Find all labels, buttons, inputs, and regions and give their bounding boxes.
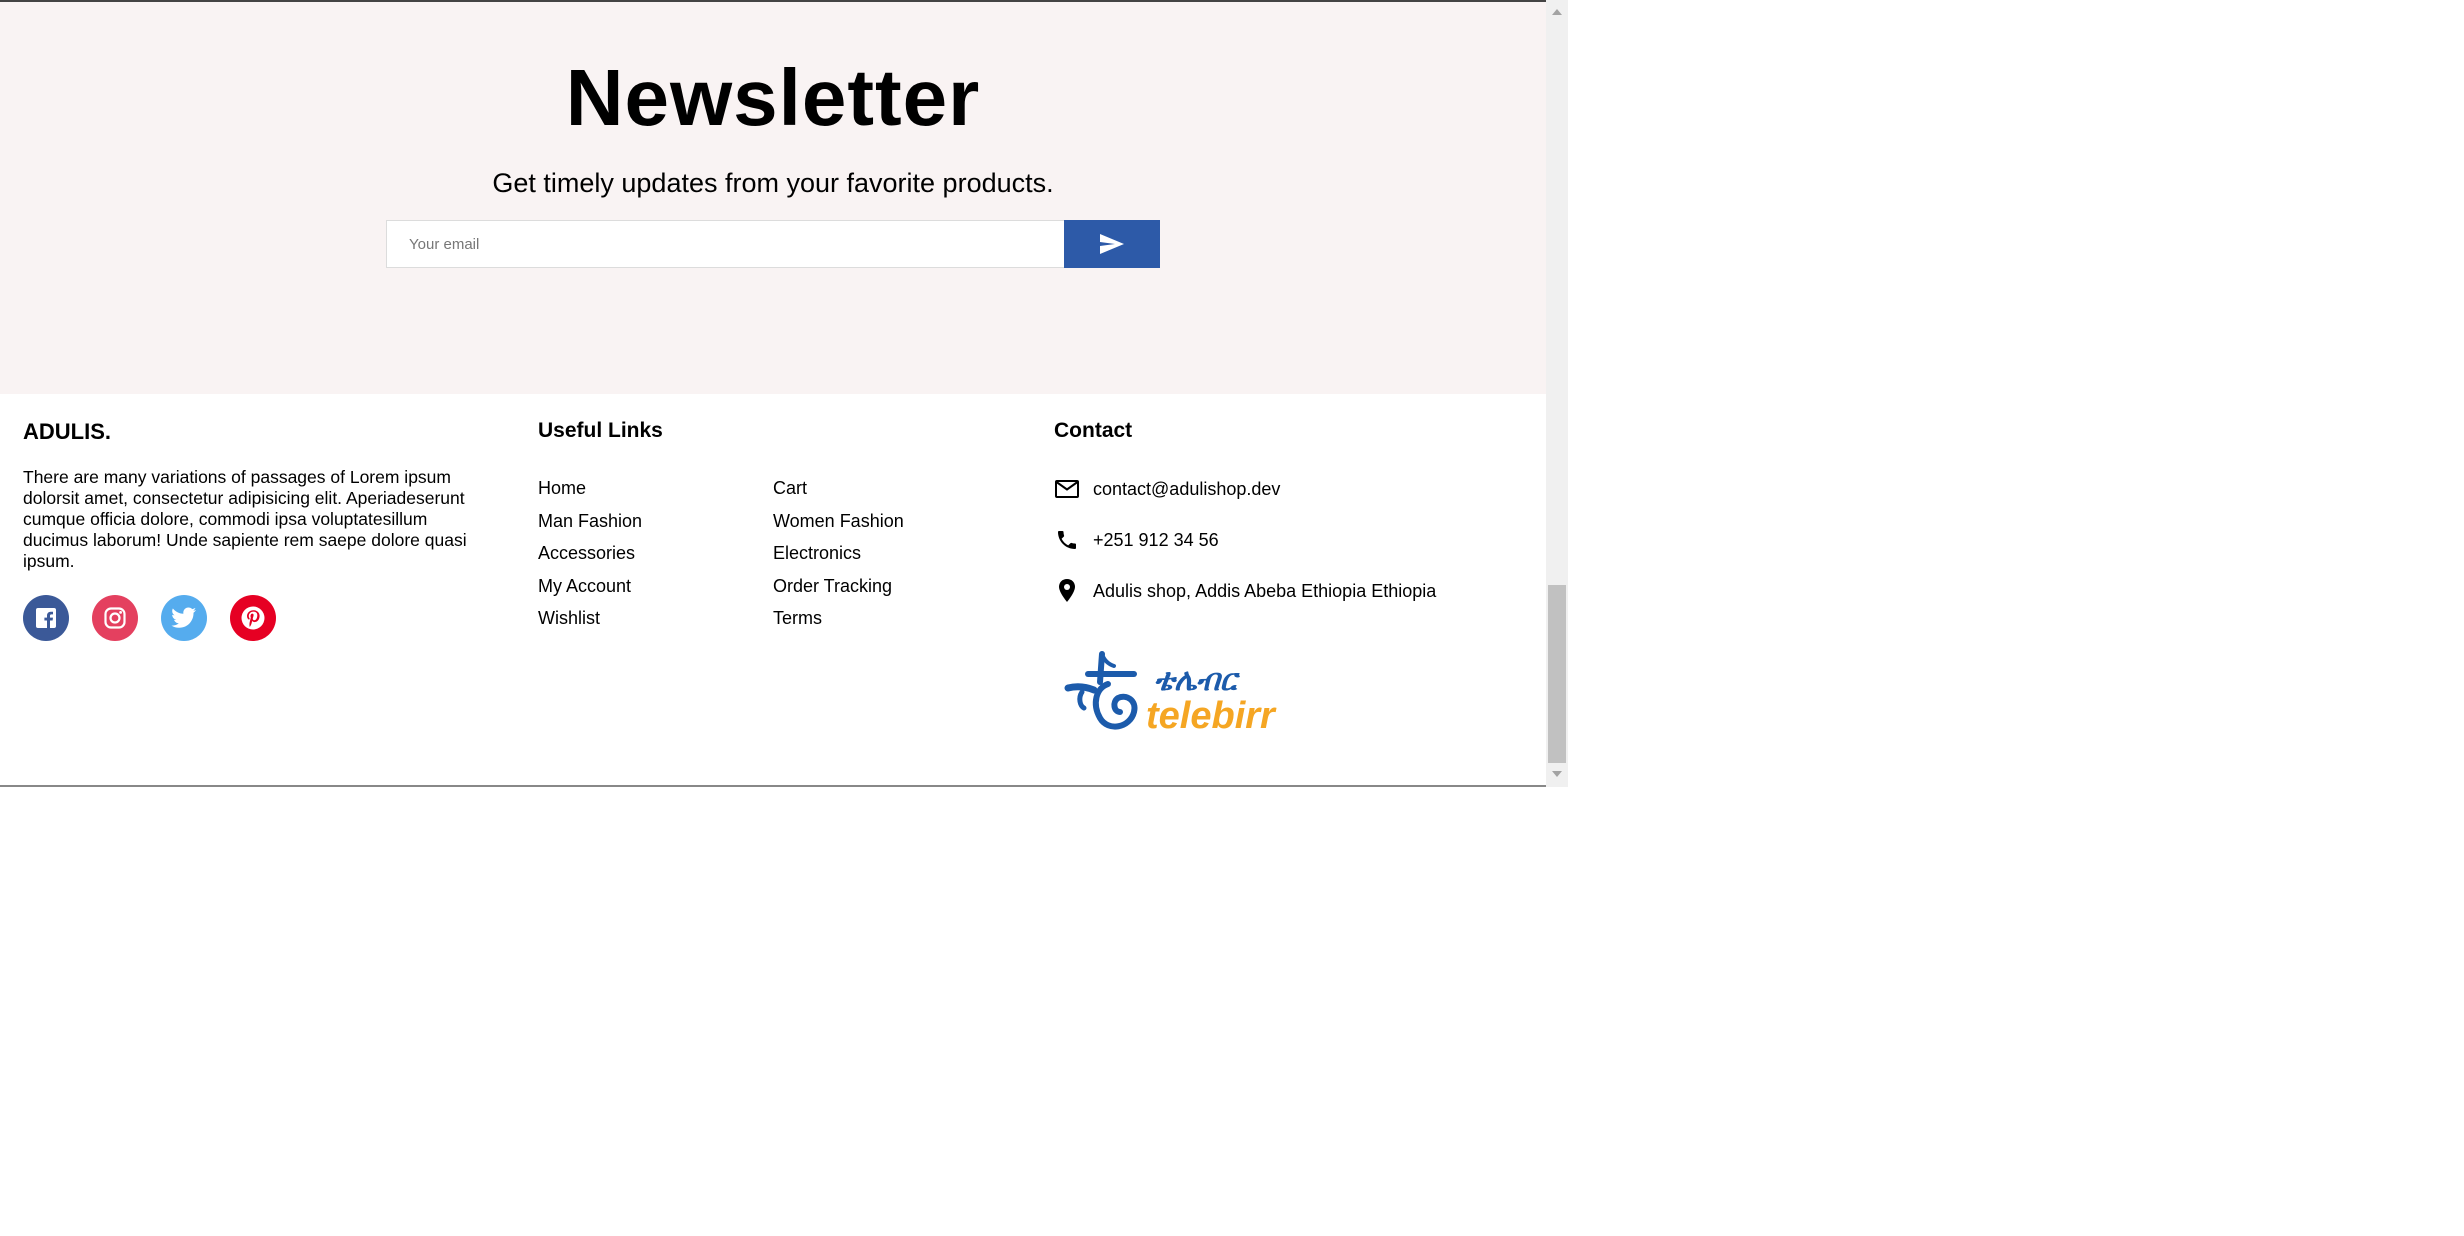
footer-brand-logo: ADULIS.	[23, 419, 111, 444]
send-icon	[1099, 233, 1125, 255]
scrollbar-thumb[interactable]	[1548, 585, 1566, 763]
twitter-icon	[171, 607, 197, 629]
facebook-icon	[35, 607, 57, 629]
pinterest-icon	[240, 605, 266, 631]
pinterest-link[interactable]	[230, 595, 276, 641]
footer-link-cart[interactable]: Cart	[773, 478, 807, 498]
newsletter-title: Newsletter	[565, 53, 981, 142]
footer-link-home[interactable]: Home	[538, 478, 586, 498]
footer-link-wishlist[interactable]: Wishlist	[538, 608, 600, 628]
email-input[interactable]	[386, 220, 1064, 268]
newsletter-subtitle: Get timely updates from your favorite pr…	[492, 168, 1054, 198]
vertical-scrollbar[interactable]	[1546, 0, 1568, 787]
newsletter-section: Newsletter Get timely updates from your …	[0, 2, 1546, 394]
scroll-down-arrow-icon[interactable]	[1546, 764, 1568, 784]
telebirr-text: telebirr	[1146, 695, 1277, 737]
footer-link-man-fashion[interactable]: Man Fashion	[538, 511, 642, 531]
scroll-up-arrow-icon[interactable]	[1546, 2, 1568, 22]
footer-link-electronics[interactable]: Electronics	[773, 543, 861, 563]
page: Newsletter Get timely updates from your …	[0, 2, 1546, 787]
contact-phone: +251 912 34 56	[1093, 530, 1219, 550]
footer-link-terms[interactable]: Terms	[773, 608, 822, 628]
footer-link-accessories[interactable]: Accessories	[538, 543, 635, 563]
contact-email-row: contact@adulishop.dev	[1054, 476, 1280, 502]
footer-description: There are many variations of passages of…	[23, 467, 467, 571]
window-bottom-border	[0, 785, 1546, 787]
telebirr-logo: ቴሌብር telebirr	[1062, 642, 1282, 747]
footer-link-order-tracking[interactable]: Order Tracking	[773, 576, 892, 596]
newsletter-submit-button[interactable]	[1064, 220, 1160, 268]
twitter-link[interactable]	[161, 595, 207, 641]
telebirr-amharic-text: ቴሌብር	[1154, 663, 1241, 698]
mail-icon	[1054, 476, 1080, 502]
contact-title: Contact	[1054, 419, 1133, 442]
useful-links-list-left: Home Man Fashion Accessories My Account …	[538, 477, 642, 640]
footer-link-my-account[interactable]: My Account	[538, 576, 631, 596]
contact-phone-row: +251 912 34 56	[1054, 527, 1219, 553]
location-pin-icon	[1054, 578, 1080, 604]
social-links	[23, 595, 299, 641]
footer: ADULIS. There are many variations of pas…	[0, 394, 1546, 787]
instagram-icon	[103, 606, 127, 630]
contact-email-link[interactable]: contact@adulishop.dev	[1093, 478, 1280, 500]
footer-link-women-fashion[interactable]: Women Fashion	[773, 511, 904, 531]
useful-links-list-right: Cart Women Fashion Electronics Order Tra…	[773, 477, 904, 640]
contact-address-row: Adulis shop, Addis Abeba Ethiopia Ethiop…	[1054, 578, 1436, 604]
facebook-link[interactable]	[23, 595, 69, 641]
phone-icon	[1054, 527, 1080, 553]
newsletter-form	[386, 220, 1160, 268]
contact-address: Adulis shop, Addis Abeba Ethiopia Ethiop…	[1093, 581, 1437, 601]
instagram-link[interactable]	[92, 595, 138, 641]
useful-links-title: Useful Links	[538, 419, 663, 442]
